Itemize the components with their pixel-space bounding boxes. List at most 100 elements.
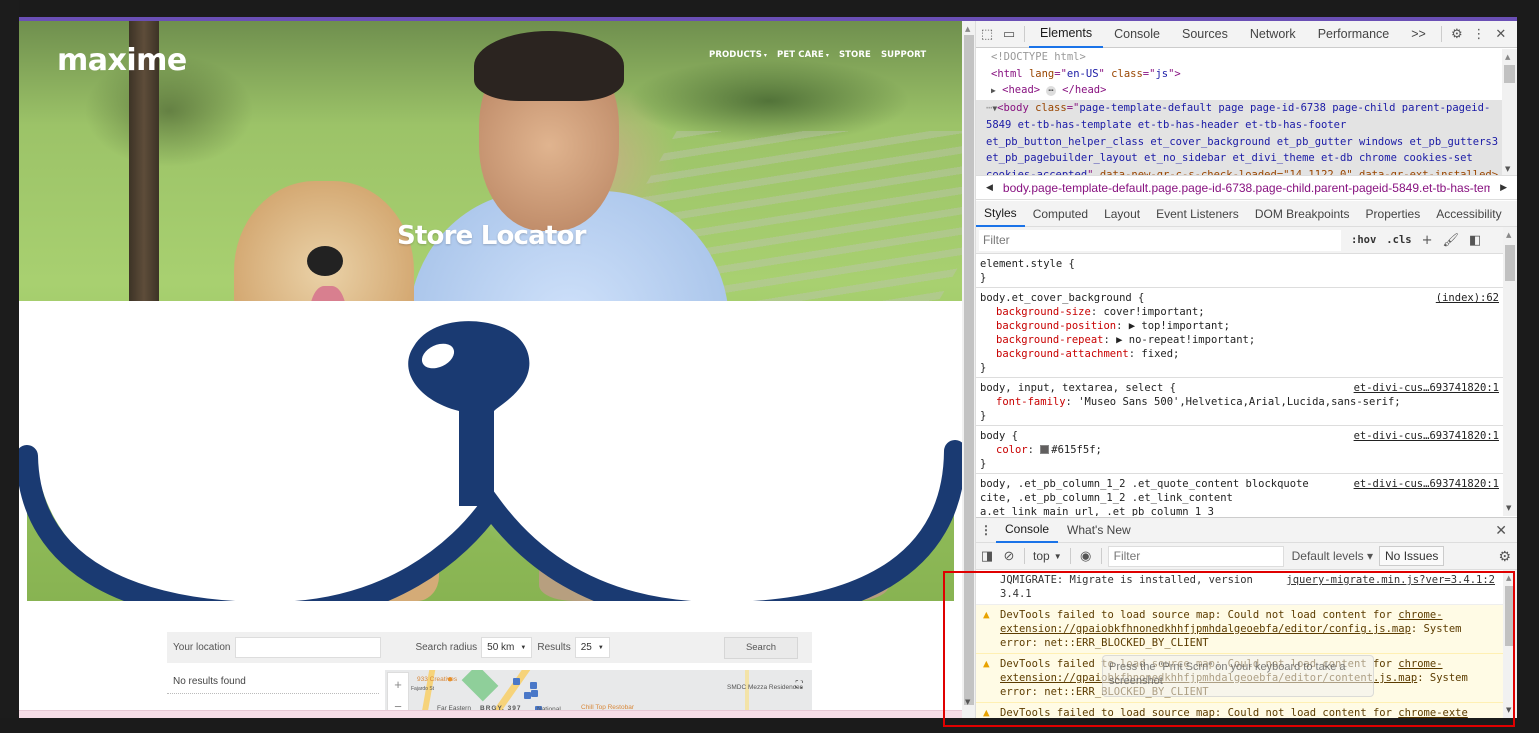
style-property[interactable]: background-position: ▶ top!important; [980,319,1499,333]
drawer-tab-console[interactable]: Console [996,518,1059,543]
rule-source-link[interactable]: (index):62 [1436,291,1499,305]
tab-dom-breakpoints[interactable]: DOM Breakpoints [1247,201,1358,227]
tab-properties[interactable]: Properties [1358,201,1429,227]
breadcrumb-left-arrow-icon[interactable]: ◀ [976,182,1003,193]
scroll-up-arrow-icon[interactable]: ▲ [1506,574,1511,582]
results-value: 25 [580,642,592,653]
nav-item-store[interactable]: STORE [839,50,871,60]
inspect-element-icon[interactable]: ⬚ [976,23,998,45]
scroll-down-arrow-icon[interactable]: ▼ [1506,706,1511,714]
tab-accessibility[interactable]: Accessibility [1428,201,1509,227]
message-source-link[interactable]: jquery-migrate.min.js?ver=3.4.1:2 [1286,573,1495,587]
color-swatch[interactable] [1040,445,1050,454]
expand-arrow-icon[interactable]: ▶ [991,86,996,95]
style-property[interactable]: background-attachment: fixed; [980,347,1499,361]
hov-toggle[interactable]: :hov [1351,234,1376,246]
site-logo[interactable]: maxime [57,43,187,78]
tab-event-listeners[interactable]: Event Listeners [1148,201,1247,227]
message-text: DevTools failed to load source map: Coul… [1000,609,1399,621]
drawer-tab-whats-new[interactable]: What's New [1058,518,1140,543]
live-expression-eye-icon[interactable]: ◉ [1075,548,1097,564]
rule-source-link[interactable]: et-divi-cus…693741820:1 [1354,429,1499,443]
breadcrumb-item[interactable]: body.page-template-default.page.page-id-… [1003,181,1490,195]
tab-computed[interactable]: Computed [1025,201,1096,227]
dom-tree-scrollbar[interactable]: ▲ ▼ [1502,49,1517,175]
scrollbar-thumb[interactable] [964,35,974,705]
page-scrollbar[interactable]: ▲ ▼ [962,21,976,718]
scrollbar-thumb[interactable] [1504,65,1515,83]
dom-node-html[interactable]: <html lang="en-US" class="js"> [991,66,1503,83]
toggle-sidebar-icon[interactable]: ◧ [1469,233,1481,248]
style-property[interactable]: background-size: cover!important; [980,305,1499,319]
styles-scrollbar[interactable]: ▲ ▼ [1503,227,1517,516]
collapsed-ellipsis[interactable]: ⋯ [1046,86,1056,96]
console-message-warning[interactable]: ▲ DevTools failed to load source map: Co… [976,605,1503,654]
style-property[interactable]: background-repeat: ▶ no-repeat!important… [980,333,1499,347]
more-options-icon[interactable]: ⋮ [1468,23,1490,45]
style-rule[interactable]: element.style { } [976,254,1503,288]
scroll-down-arrow-icon[interactable]: ▼ [965,698,970,706]
chevron-down-icon: ▼ [597,644,604,651]
style-rule[interactable]: et-divi-cus…693741820:1 body { color: #6… [976,426,1503,474]
gear-icon[interactable]: ⚙ [1446,23,1468,45]
dom-node-head[interactable]: ▶ <head> ⋯ </head> [991,82,1503,100]
clear-console-icon[interactable]: ⊘ [998,548,1020,564]
nav-item-pet-care[interactable]: PET CARE ▾ [777,50,829,60]
style-rule[interactable]: et-divi-cus…693741820:1 body, .et_pb_col… [976,474,1503,516]
console-filter-input[interactable]: Filter [1107,545,1284,567]
device-toolbar-icon[interactable]: ▭ [998,23,1020,45]
gear-icon[interactable]: ⚙ [1498,548,1511,565]
issues-button[interactable]: No Issues [1379,546,1445,566]
log-levels-dropdown[interactable]: Default levels ▾ [1292,549,1373,563]
tab-network[interactable]: Network [1239,21,1307,48]
fullscreen-icon[interactable]: ⛶ [792,678,806,692]
console-message-log[interactable]: jquery-migrate.min.js?ver=3.4.1:2 JQMIGR… [976,570,1503,605]
tab-layout[interactable]: Layout [1096,201,1148,227]
tab-styles[interactable]: Styles [976,201,1025,227]
location-input[interactable] [235,637,382,658]
tab-sources[interactable]: Sources [1171,21,1239,48]
scrollbar-thumb[interactable] [1505,586,1515,646]
results-select[interactable]: 25 ▼ [574,637,610,658]
close-icon[interactable]: ✕ [1490,23,1512,45]
style-rule[interactable]: (index):62 body.et_cover_background { ba… [976,288,1503,378]
styles-filter-input[interactable]: Filter [979,229,1341,251]
scroll-up-arrow-icon[interactable]: ▲ [965,25,970,33]
scroll-down-arrow-icon[interactable]: ▼ [1505,165,1510,173]
screen-bottom-border [0,718,1539,733]
tab-performance[interactable]: Performance [1307,21,1401,48]
new-style-rule-icon[interactable]: + [1422,233,1433,248]
dom-node-body-selected[interactable]: ⋯▼<body class="page-template-default pag… [976,99,1503,175]
scrollbar-thumb[interactable] [1505,245,1515,281]
more-tabs-button[interactable]: >> [1400,21,1437,48]
console-message-warning[interactable]: ▲ DevTools failed to load source map: Co… [976,703,1503,718]
style-property[interactable]: font-family: 'Museo Sans 500',Helvetica,… [980,395,1499,409]
close-icon[interactable]: ✕ [1495,522,1507,539]
style-property[interactable]: color: #615f5f; [980,443,1499,457]
nav-item-support[interactable]: SUPPORT [881,50,926,60]
dom-node-doctype[interactable]: <!DOCTYPE html> [991,49,1503,66]
paint-brush-icon[interactable]: 🖌 [1443,233,1460,248]
console-toolbar: ◨ ⊘ top ▼ ◉ Filter Default levels ▾ No I… [976,543,1517,570]
cls-toggle[interactable]: .cls [1386,234,1411,246]
nav-item-products[interactable]: PRODUCTS ▾ [709,50,767,60]
scroll-up-arrow-icon[interactable]: ▲ [1505,53,1510,61]
tab-console[interactable]: Console [1103,21,1171,48]
console-scrollbar[interactable]: ▲ ▼ [1503,570,1517,718]
tab-elements[interactable]: Elements [1029,21,1104,48]
search-button[interactable]: Search [724,636,798,659]
context-select[interactable]: top ▼ [1029,549,1066,563]
console-sidebar-icon[interactable]: ◨ [976,548,998,564]
more-options-icon[interactable]: ⋮ [976,523,996,537]
scroll-down-arrow-icon[interactable]: ▼ [1506,504,1511,512]
rule-source-link[interactable]: et-divi-cus…693741820:1 [1354,381,1499,395]
rule-source-link[interactable]: et-divi-cus…693741820:1 [1354,477,1499,491]
zoom-in-button[interactable]: + [394,677,402,692]
message-link[interactable]: chrome-exte [1398,707,1468,718]
page-title: Store Locator [397,221,586,251]
radius-select[interactable]: 50 km ▼ [481,637,533,658]
scroll-up-arrow-icon[interactable]: ▲ [1506,231,1511,239]
style-rule[interactable]: et-divi-cus…693741820:1 body, input, tex… [976,378,1503,426]
breadcrumb-right-arrow-icon[interactable]: ▶ [1490,182,1517,193]
divider [1100,548,1102,564]
